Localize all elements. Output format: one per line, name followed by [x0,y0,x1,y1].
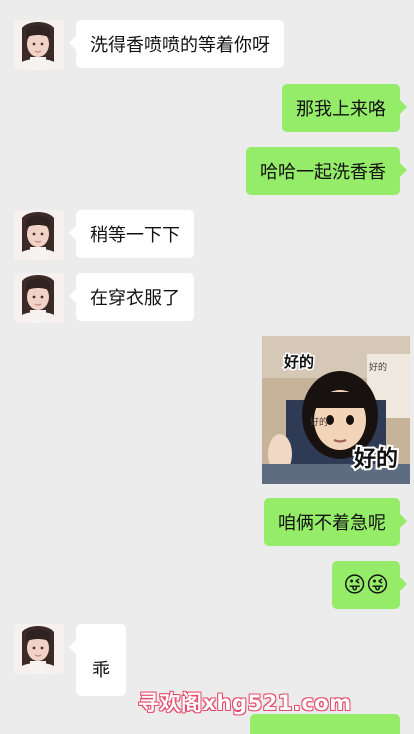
avatar-image [14,210,64,260]
message-text: 乖 [92,660,110,681]
incoming-message-bubble[interactable]: 乖 [69,624,126,696]
avatar-image [14,624,64,674]
emoji-text: 😜😜 [343,572,389,598]
sticker-caption: 好的 [353,446,398,472]
message-text: 咱俩不着急呢 [278,513,386,534]
message-text: 洗得香喷喷的等着你呀 [90,35,270,56]
outgoing-message-bubble[interactable]: 哈哈一起洗香香 [246,147,407,195]
message-text: 那我上来咯 [296,99,386,120]
contact-avatar[interactable] [14,273,64,323]
incoming-message-bubble[interactable]: 在穿衣服了 [69,273,194,321]
sticker-small-label: 好的 [310,416,328,428]
avatar-image [14,20,64,70]
sticker-top-label: 好的 [283,353,314,371]
contact-avatar[interactable] [14,20,64,70]
contact-avatar[interactable] [14,210,64,260]
sticker-image: 好的 好的 好的 好的 [262,336,410,484]
outgoing-message-bubble[interactable]: 那我上来咯 [282,84,407,132]
message-text: 在穿衣服了 [90,288,180,309]
incoming-message-bubble[interactable]: 稍等一下下 [69,210,194,258]
sticker-message[interactable]: 好的 好的 好的 好的 [262,336,410,484]
incoming-message-bubble[interactable]: 洗得香喷喷的等着你呀 [69,20,284,68]
avatar-image [14,273,64,323]
watermark-text: 寻欢阁xhg521.com [138,691,352,715]
message-text: 稍等一下下 [90,225,180,246]
outgoing-emoji-bubble[interactable]: 😜😜 [332,561,407,609]
chat-window: 洗得香喷喷的等着你呀 那我上来咯 哈哈一起洗香香 稍等一下下 在穿衣服了 好的 … [0,0,414,734]
contact-avatar[interactable] [14,624,64,674]
outgoing-message-bubble[interactable]: 咱俩不着急呢 [264,498,407,546]
message-text: 哈哈一起洗香香 [260,162,386,183]
sticker-small-label: 好的 [369,361,387,373]
